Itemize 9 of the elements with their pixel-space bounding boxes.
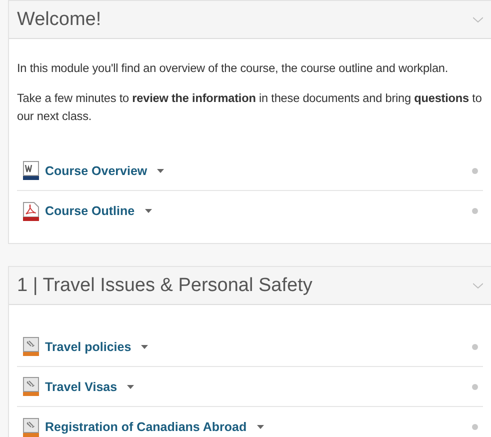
item-link[interactable]: Travel Visas [45, 380, 118, 394]
item-link[interactable]: Course Outline [45, 204, 135, 218]
description-text: In this module you'll find an overview of the course, the course outline and workplan. [17, 60, 450, 77]
item-link[interactable]: Travel policies [45, 340, 132, 354]
item-link[interactable]: Course Overview [45, 164, 148, 178]
item-link[interactable]: Registration of Canadians Abroad [45, 420, 247, 434]
module-title: Welcome! [17, 8, 102, 30]
module-title: 1 | Travel Issues & Personal Safety [17, 274, 314, 296]
description-text: Take a few minutes to review the information in these documents and bring questions to our next class. [17, 90, 483, 125]
